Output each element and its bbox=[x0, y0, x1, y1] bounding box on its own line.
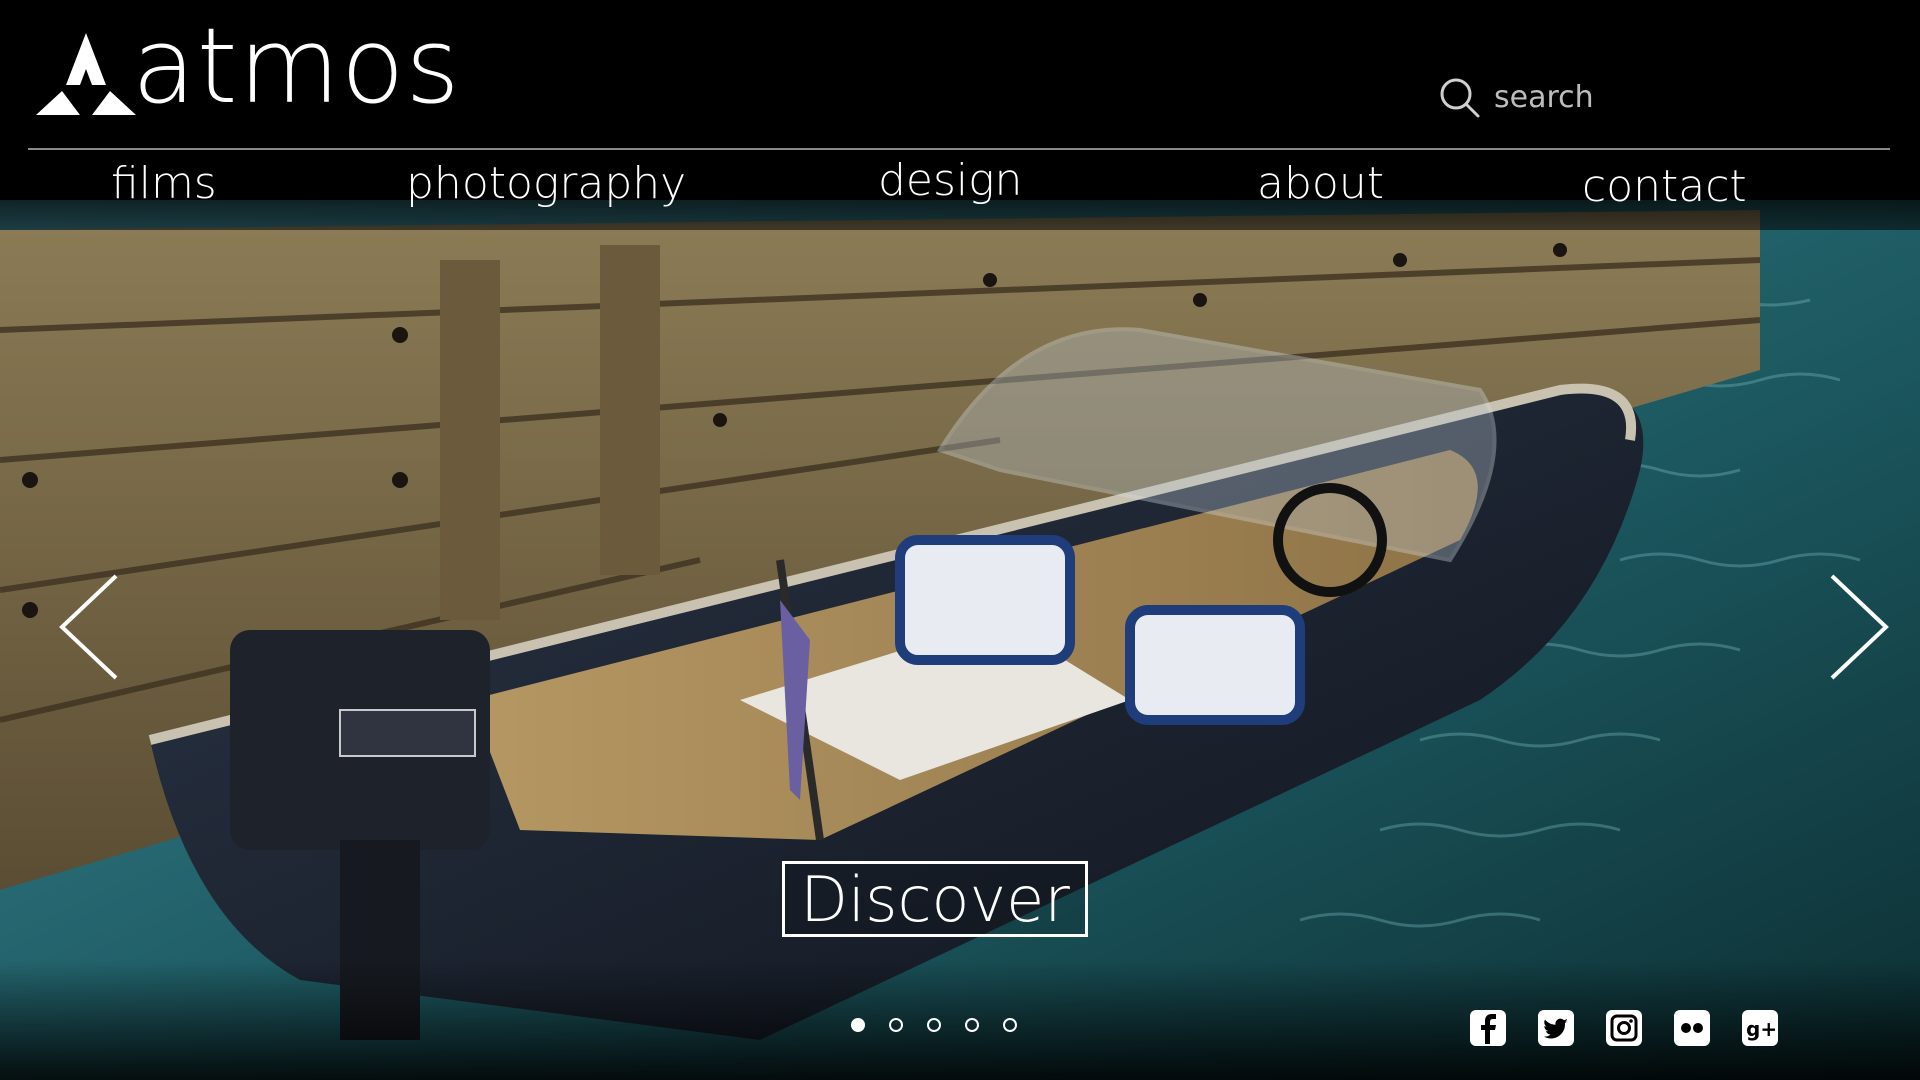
slide-dot-5[interactable] bbox=[1003, 1018, 1017, 1032]
nav-item-design[interactable]: design bbox=[878, 153, 1022, 209]
nav-item-photography[interactable]: photography bbox=[406, 156, 686, 212]
main-nav: films photography design about contact bbox=[0, 153, 1920, 215]
brand-name: atmos bbox=[132, 5, 461, 127]
chevron-right-icon bbox=[1830, 574, 1889, 680]
slide-dot-4[interactable] bbox=[965, 1018, 979, 1032]
search-input[interactable] bbox=[1494, 79, 1754, 115]
nav-item-films[interactable]: films bbox=[111, 156, 217, 212]
header-divider bbox=[28, 148, 1890, 150]
nav-item-contact[interactable]: contact bbox=[1582, 159, 1747, 215]
next-slide-button[interactable] bbox=[1822, 572, 1894, 682]
logo-mark-icon bbox=[36, 33, 136, 115]
prev-slide-button[interactable] bbox=[54, 572, 126, 682]
google-plus-icon[interactable]: g+ bbox=[1742, 1010, 1778, 1046]
slide-dot-2[interactable] bbox=[889, 1018, 903, 1032]
flickr-icon[interactable] bbox=[1674, 1010, 1710, 1046]
twitter-icon[interactable] bbox=[1538, 1010, 1574, 1046]
search-bar[interactable] bbox=[1438, 76, 1754, 118]
svg-text:g+: g+ bbox=[1746, 1017, 1777, 1041]
facebook-icon[interactable] bbox=[1470, 1010, 1506, 1046]
search-icon[interactable] bbox=[1438, 76, 1480, 118]
nav-item-about[interactable]: about bbox=[1257, 156, 1384, 212]
discover-button[interactable]: Discover bbox=[782, 861, 1088, 937]
slide-indicators bbox=[851, 1018, 1017, 1032]
slide-dot-3[interactable] bbox=[927, 1018, 941, 1032]
social-links: g+ bbox=[1470, 1010, 1778, 1046]
logo[interactable]: atmos bbox=[36, 14, 461, 118]
slide-dot-1[interactable] bbox=[851, 1018, 865, 1032]
chevron-left-icon bbox=[59, 574, 118, 680]
instagram-icon[interactable] bbox=[1606, 1010, 1642, 1046]
